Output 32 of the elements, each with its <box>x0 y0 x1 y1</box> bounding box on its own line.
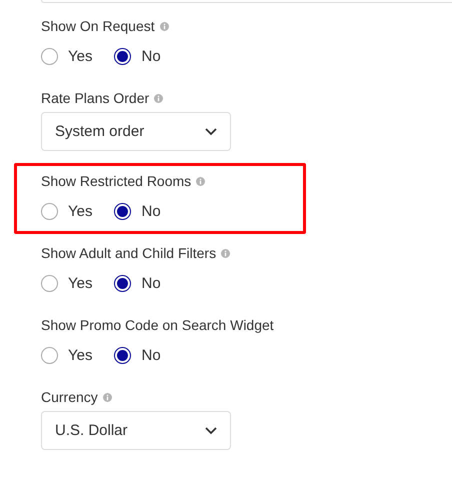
option-label: No <box>141 202 161 220</box>
info-icon[interactable] <box>160 22 169 30</box>
info-icon[interactable] <box>102 392 112 402</box>
info-icon[interactable] <box>221 248 230 258</box>
radio-button[interactable] <box>41 48 58 64</box>
input-field[interactable] <box>41 0 452 3</box>
radio-button[interactable] <box>41 202 58 220</box>
option-label: No <box>141 346 161 364</box>
radio-button[interactable] <box>41 274 58 292</box>
option-label: Yes <box>68 48 92 64</box>
chevron-down-icon <box>205 426 217 434</box>
select-field[interactable]: System order <box>41 112 231 151</box>
option-label: Yes <box>68 274 92 292</box>
field-label: Show Adult and Child Filters <box>41 245 216 261</box>
field-label: Show Restricted Rooms <box>41 173 192 189</box>
option-label: Yes <box>68 202 92 220</box>
field-label: Show Promo Code on Search Widget <box>41 317 274 333</box>
field-label: Show On Request <box>41 18 155 34</box>
info-icon[interactable] <box>154 94 164 102</box>
radio-button[interactable] <box>114 274 132 292</box>
radio-button[interactable] <box>114 202 132 220</box>
field-label: Rate Plans Order <box>41 90 150 106</box>
option-label: No <box>141 48 161 64</box>
field-label: Currency <box>41 389 98 405</box>
info-icon[interactable] <box>196 176 206 186</box>
chevron-down-icon <box>205 128 217 136</box>
radio-button[interactable] <box>114 346 132 364</box>
radio-button[interactable] <box>114 48 132 64</box>
select-field[interactable]: U.S. Dollar <box>41 411 231 450</box>
option-label: Yes <box>68 346 92 364</box>
radio-button[interactable] <box>41 346 58 364</box>
option-label: No <box>141 274 161 292</box>
